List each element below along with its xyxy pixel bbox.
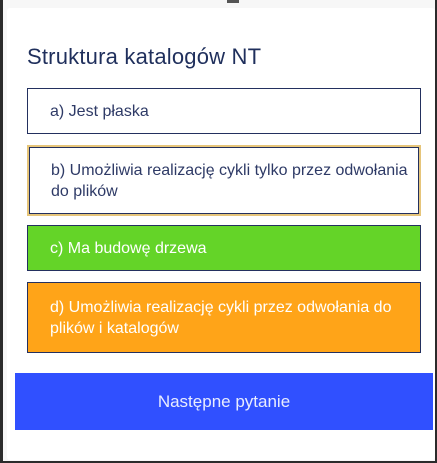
answer-option-a-label: a) Jest płaska	[50, 102, 149, 120]
top-notch	[227, 0, 239, 3]
answer-option-b[interactable]: b) Umożliwia realizację cykli tylko prze…	[27, 145, 421, 216]
answer-option-d-label: d) Umożliwia realizację cykli przez odwo…	[50, 298, 392, 337]
question-card: Struktura katalogów NT a) Jest płaska b)…	[7, 8, 435, 460]
answer-option-d[interactable]: d) Umożliwia realizację cykli przez odwo…	[27, 282, 421, 353]
question-title: Struktura katalogów NT	[27, 44, 262, 69]
answer-option-a[interactable]: a) Jest płaska	[27, 88, 421, 134]
next-question-button[interactable]: Następne pytanie	[15, 373, 433, 430]
app-frame: Struktura katalogów NT a) Jest płaska b)…	[0, 0, 437, 463]
answer-option-b-label: b) Umożliwia realizację cykli tylko prze…	[51, 161, 408, 200]
answer-option-c[interactable]: c) Ma budowę drzewa	[27, 225, 421, 271]
next-question-label: Następne pytanie	[157, 391, 291, 411]
answer-option-c-label: c) Ma budowę drzewa	[50, 239, 207, 257]
